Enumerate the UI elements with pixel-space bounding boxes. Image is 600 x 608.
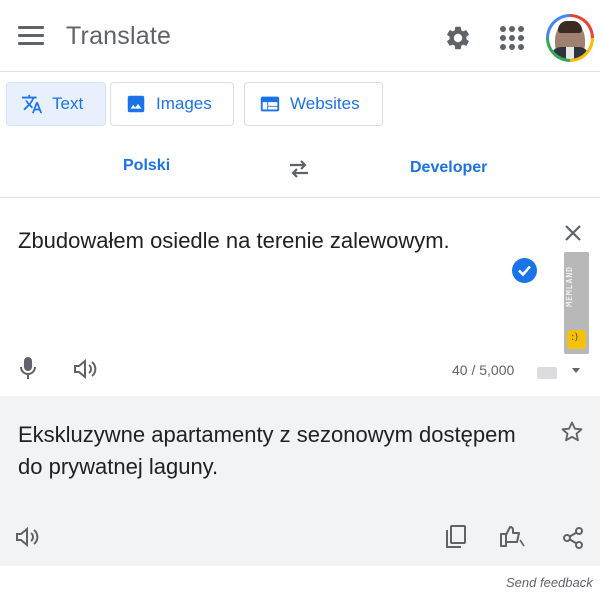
avatar[interactable] [546, 14, 594, 62]
mode-websites-button[interactable]: Websites [244, 82, 383, 126]
watermark-logo: MEMLAND :) [564, 252, 589, 354]
apps-grid-icon[interactable] [500, 26, 524, 50]
translate-icon [21, 94, 43, 114]
mode-text-button[interactable]: Text [6, 82, 106, 126]
mode-images-button[interactable]: Images [110, 82, 234, 126]
chevron-down-icon[interactable] [572, 368, 580, 373]
mode-text-label: Text [52, 94, 84, 113]
source-language-button[interactable]: Polski [123, 157, 170, 175]
share-icon[interactable] [561, 526, 585, 550]
translation-result-text: Ekskluzywne apartamenty z sezonowym dost… [18, 422, 516, 479]
microphone-icon[interactable] [18, 356, 38, 382]
copy-icon[interactable] [444, 524, 468, 550]
menu-icon[interactable] [18, 26, 44, 46]
speaker-icon[interactable] [14, 524, 40, 550]
target-language-button[interactable]: Developer [410, 159, 487, 177]
app-title: Translate [66, 22, 172, 50]
character-count: 40 / 5,000 [452, 362, 515, 378]
gear-icon[interactable] [444, 24, 472, 52]
send-feedback-link[interactable]: Send feedback [506, 575, 593, 590]
feedback-icon[interactable] [498, 524, 530, 550]
web-icon [260, 96, 280, 112]
keyboard-icon[interactable] [537, 367, 557, 379]
close-icon[interactable] [562, 222, 584, 244]
mode-websites-label: Websites [290, 94, 360, 113]
star-icon[interactable] [560, 420, 584, 444]
source-text-input[interactable]: Zbudowałem osiedle na terenie zalewowym. [18, 226, 538, 256]
swap-languages-icon[interactable] [286, 158, 312, 180]
image-icon [127, 95, 145, 113]
mode-images-label: Images [156, 94, 212, 113]
speaker-icon[interactable] [72, 356, 98, 382]
check-icon [512, 258, 537, 283]
